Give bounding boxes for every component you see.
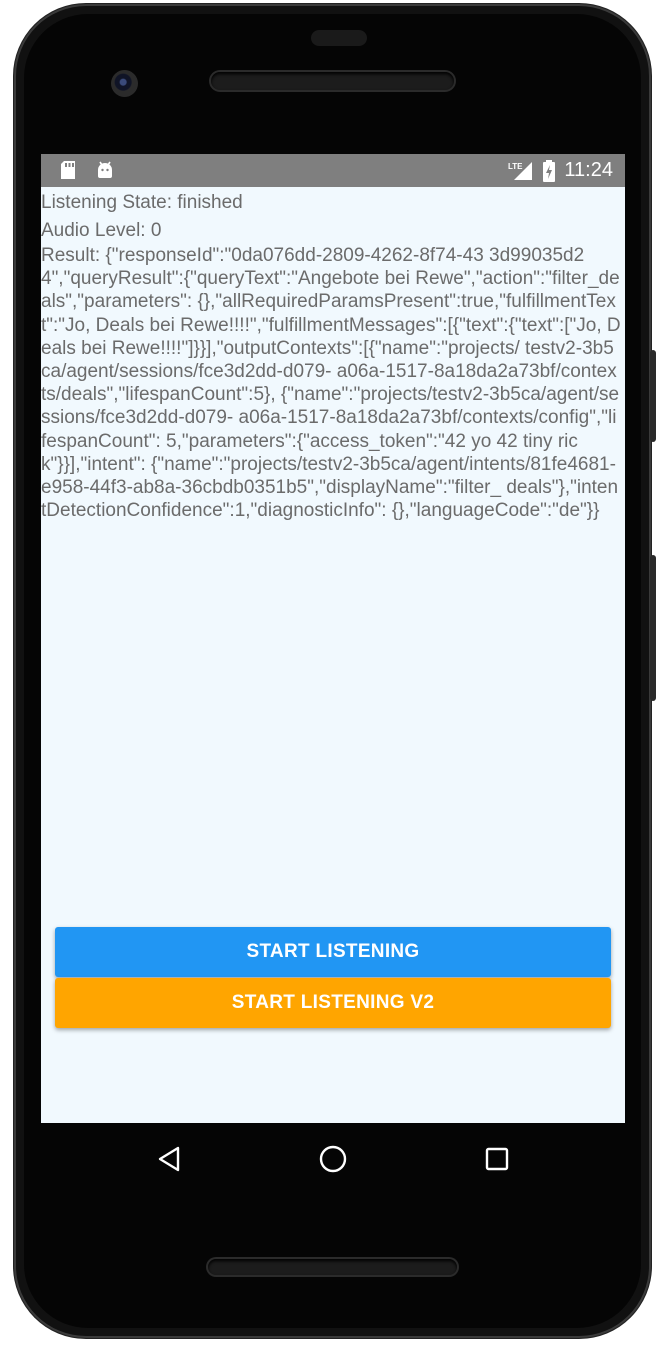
home-circle-icon (319, 1145, 347, 1173)
android-debug-icon (98, 161, 112, 178)
earpiece-speaker (211, 72, 454, 90)
status-bar: LTE 11:24 (41, 154, 625, 187)
svg-text:LTE: LTE (508, 162, 523, 171)
result-text: Result: {"responseId":"0da076dd-2809-426… (41, 245, 621, 522)
lte-signal-icon: LTE (508, 161, 533, 180)
status-time: 11:24 (564, 159, 613, 181)
top-slot (311, 30, 367, 46)
sd-card-icon (61, 161, 75, 179)
nav-home-button[interactable] (315, 1141, 351, 1177)
back-triangle-icon (158, 1146, 180, 1172)
start-listening-button[interactable]: START LISTENING (55, 927, 611, 977)
nav-recents-button[interactable] (479, 1141, 515, 1177)
bottom-speaker (208, 1259, 457, 1275)
audio-level-label: Audio Level: 0 (41, 220, 162, 241)
app-screen: LTE 11:24 Listening State: finished Audi… (41, 154, 625, 1123)
nav-back-button[interactable] (151, 1141, 187, 1177)
front-camera (111, 70, 138, 97)
power-button (650, 555, 656, 701)
volume-button (650, 350, 656, 442)
battery-charging-icon (543, 159, 556, 182)
navigation-bar (41, 1123, 625, 1193)
listening-state-label: Listening State: finished (41, 192, 243, 213)
recents-square-icon (485, 1147, 509, 1171)
start-listening-v2-button[interactable]: START LISTENING V2 (55, 978, 611, 1028)
